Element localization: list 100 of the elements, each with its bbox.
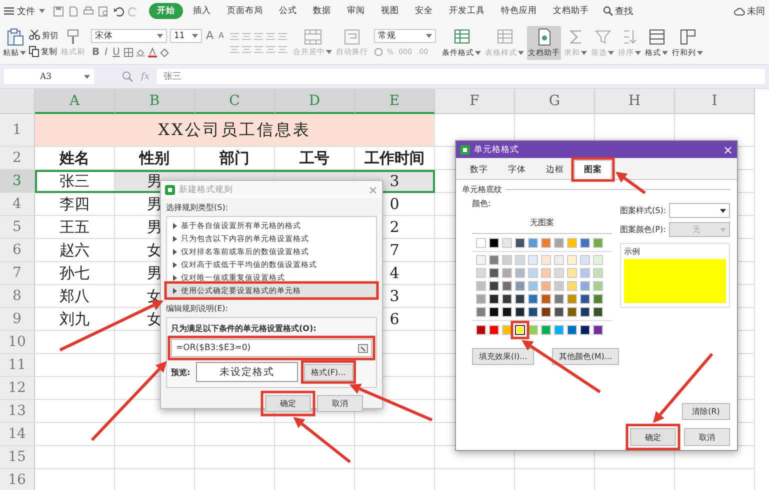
row-header[interactable]: 11 bbox=[0, 354, 35, 377]
row-header[interactable]: 15 bbox=[0, 446, 35, 469]
dialog-tab[interactable]: 数字 bbox=[460, 160, 498, 179]
caret-icon bbox=[720, 208, 726, 212]
ribbon-tab[interactable]: 文档助手 bbox=[547, 3, 595, 19]
row-header[interactable]: 6 bbox=[0, 239, 35, 262]
printer-icon bbox=[83, 6, 94, 16]
number-format-field[interactable]: 常规 bbox=[374, 29, 436, 43]
font-name-field[interactable]: 宋体 bbox=[91, 28, 167, 42]
font-size-field[interactable]: 11 bbox=[170, 28, 202, 42]
preview-box: 未设定格式 bbox=[196, 362, 298, 382]
font-style-button[interactable]: B bbox=[91, 46, 101, 58]
caret-icon bbox=[608, 51, 614, 55]
sync-button[interactable]: 未同 bbox=[734, 4, 765, 18]
ok-button[interactable]: 确定 bbox=[265, 395, 311, 412]
select-all-corner[interactable] bbox=[0, 89, 35, 114]
row-header[interactable]: 16 bbox=[0, 469, 35, 490]
ribbon-tab[interactable]: 插入 bbox=[187, 3, 217, 19]
font-style-button[interactable]: I bbox=[104, 46, 109, 58]
dialog-tab[interactable]: 边框 bbox=[536, 160, 574, 179]
cancel-button[interactable]: 取消 bbox=[684, 428, 730, 446]
column-header[interactable]: I bbox=[675, 89, 755, 114]
no-pattern-option[interactable]: 无图案 bbox=[527, 217, 557, 228]
cut-button[interactable]: 剪切 bbox=[29, 30, 58, 40]
table-cell: 赵六 bbox=[35, 239, 115, 262]
align-icon bbox=[242, 32, 252, 41]
scissors-icon bbox=[29, 30, 40, 40]
row-header[interactable]: 4 bbox=[0, 193, 35, 216]
document-icon bbox=[68, 6, 79, 16]
ribbon-tab[interactable]: 特色应用 bbox=[495, 3, 543, 19]
more-colors-button[interactable]: 其他颜色(M)... bbox=[552, 348, 620, 365]
close-button[interactable]: × bbox=[722, 142, 733, 156]
ribbon-tab[interactable]: 审阅 bbox=[341, 3, 371, 19]
caret-icon bbox=[518, 51, 524, 55]
caret-icon bbox=[39, 9, 45, 13]
ribbon-tab[interactable]: 安全 bbox=[409, 3, 439, 19]
row-header[interactable]: 5 bbox=[0, 216, 35, 239]
caret-icon bbox=[20, 51, 26, 55]
copy-button[interactable]: 复制 bbox=[29, 46, 58, 56]
row-header[interactable]: 7 bbox=[0, 262, 35, 285]
font-style-button[interactable]: U bbox=[112, 46, 121, 58]
border-icon bbox=[124, 46, 133, 58]
ribbon-tab[interactable]: 页面布局 bbox=[221, 3, 269, 19]
name-box[interactable]: A3 bbox=[4, 69, 94, 84]
row-header[interactable]: 13 bbox=[0, 400, 35, 423]
search-icon bbox=[603, 6, 613, 16]
cancel-button[interactable]: 取消 bbox=[317, 395, 363, 412]
caret-icon bbox=[426, 34, 432, 38]
dialog-tab[interactable]: 图案 bbox=[574, 160, 612, 179]
redo-icon bbox=[128, 6, 139, 16]
row-header[interactable]: 12 bbox=[0, 377, 35, 400]
table-cell: 李四 bbox=[35, 193, 115, 216]
ribbon-tab[interactable]: 公式 bbox=[273, 3, 303, 19]
row-header[interactable]: 9 bbox=[0, 308, 35, 331]
column-header[interactable]: F bbox=[435, 89, 515, 114]
row-header[interactable]: 14 bbox=[0, 423, 35, 446]
row-header[interactable]: 8 bbox=[0, 285, 35, 308]
file-menu[interactable]: 文件 bbox=[4, 4, 49, 18]
caret-icon bbox=[635, 51, 642, 55]
column-header[interactable]: G bbox=[515, 89, 595, 114]
ribbon-tab[interactable]: 视图 bbox=[375, 3, 405, 19]
align-icon bbox=[278, 32, 288, 41]
dialog-tab[interactable]: 字体 bbox=[498, 160, 536, 179]
column-header[interactable]: H bbox=[595, 89, 675, 114]
dialog-title: 单元格格式 bbox=[474, 144, 520, 156]
format-button[interactable]: 格式(F)... bbox=[304, 364, 353, 380]
table-cell: 部门 bbox=[195, 147, 275, 170]
font-size-button[interactable]: A bbox=[205, 29, 215, 42]
field-label: 图案颜色(P): bbox=[620, 224, 666, 235]
align-icon bbox=[230, 45, 240, 54]
align-icon bbox=[278, 45, 288, 54]
ribbon-tab[interactable]: 开始 bbox=[149, 3, 183, 19]
ribbon-tab[interactable]: 数据 bbox=[307, 3, 337, 19]
align-icon bbox=[230, 32, 240, 41]
search-button[interactable]: 查找 bbox=[603, 4, 633, 18]
fill-effects-button[interactable]: 填充效果(I)... bbox=[472, 348, 534, 365]
clear-button[interactable]: 清除(R) bbox=[682, 403, 730, 420]
caret-icon bbox=[662, 51, 668, 55]
zoom-icon bbox=[122, 71, 133, 82]
ok-button[interactable]: 确定 bbox=[630, 428, 676, 446]
table-cell: 工号 bbox=[275, 147, 355, 170]
align-icon bbox=[242, 45, 252, 54]
align-icon bbox=[266, 45, 276, 54]
row-header[interactable]: 1 bbox=[0, 114, 35, 147]
table-cell: 工作时间 bbox=[355, 147, 435, 170]
row-header[interactable]: 2 bbox=[0, 147, 35, 170]
triangle-icon bbox=[173, 248, 177, 254]
highlight-frame bbox=[260, 390, 316, 416]
row-header[interactable]: 10 bbox=[0, 331, 35, 354]
color-label: 颜色: bbox=[472, 198, 492, 209]
color-swatch[interactable] bbox=[515, 325, 525, 335]
formula-field[interactable]: =OR($B3:$E3=0) bbox=[171, 339, 372, 357]
preview-label: 预览: bbox=[171, 366, 190, 378]
formula-field[interactable]: 张三 bbox=[157, 69, 765, 84]
triangle-icon bbox=[173, 262, 177, 268]
table-cell: 孙七 bbox=[35, 262, 115, 285]
table-cell: 刘九 bbox=[35, 308, 115, 331]
ribbon-tab[interactable]: 开发工具 bbox=[443, 3, 491, 19]
pattern-style-dropdown[interactable] bbox=[669, 203, 730, 218]
font-size-button[interactable]: A bbox=[218, 31, 226, 40]
